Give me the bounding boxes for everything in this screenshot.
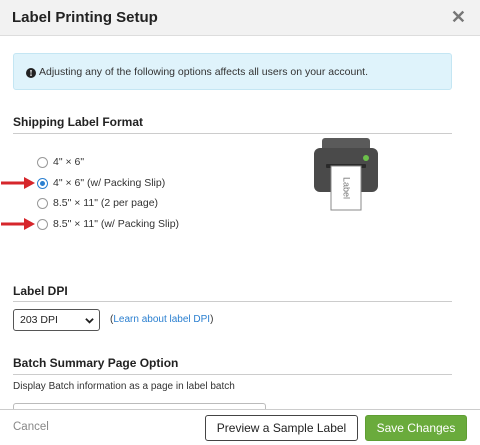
batch-summary-heading: Batch Summary Page Option: [13, 356, 179, 370]
red-arrow-icon: [1, 177, 35, 189]
section-divider: [13, 301, 452, 302]
label-printer-icon: Label: [314, 138, 378, 211]
radio-button-selected[interactable]: [37, 177, 48, 189]
radio-option-4x6-packing-slip[interactable]: 4" × 6" (w/ Packing Slip): [37, 175, 165, 191]
preview-sample-label-button[interactable]: Preview a Sample Label: [205, 415, 358, 441]
radio-option-8x11-2-per-page[interactable]: 8.5" × 11" (2 per page): [37, 195, 158, 211]
shipping-label-format-heading: Shipping Label Format: [13, 115, 144, 129]
red-arrow-icon: [1, 218, 35, 230]
batch-summary-description: Display Batch information as a page in l…: [13, 381, 235, 392]
save-changes-button[interactable]: Save Changes: [365, 415, 467, 441]
dpi-select[interactable]: 203 DPI: [13, 309, 100, 331]
info-icon: !: [26, 68, 36, 78]
radio-option-4x6[interactable]: 4" × 6": [37, 154, 84, 170]
label-printing-setup-dialog: Label Printing Setup ✕ ! Adjusting any of…: [0, 0, 480, 445]
radio-option-8x11-packing-slip[interactable]: 8.5" × 11" (w/ Packing Slip): [37, 216, 179, 232]
chevron-down-icon: [85, 318, 94, 324]
section-divider: [13, 374, 452, 375]
radio-label: 4" × 6": [53, 156, 85, 168]
radio-label: 4" × 6" (w/ Packing Slip): [53, 177, 166, 189]
learn-dpi-link[interactable]: Learn about label DPI: [113, 314, 210, 325]
dialog-footer: Cancel Preview a Sample Label Save Chang…: [0, 409, 480, 445]
learn-dpi-text: (Learn about label DPI): [110, 314, 214, 325]
radio-label: 8.5" × 11" (w/ Packing Slip): [53, 218, 180, 230]
radio-button[interactable]: [37, 156, 48, 168]
printer-label-text: Label: [342, 177, 352, 199]
info-notice: ! Adjusting any of the following options …: [13, 53, 452, 90]
radio-label: 8.5" × 11" (2 per page): [53, 197, 159, 209]
radio-button[interactable]: [37, 197, 48, 209]
label-dpi-heading: Label DPI: [13, 284, 68, 298]
cancel-button[interactable]: Cancel: [13, 421, 49, 433]
dialog-header: Label Printing Setup ✕: [0, 0, 480, 36]
radio-button[interactable]: [37, 218, 48, 230]
dialog-title: Label Printing Setup: [12, 9, 158, 26]
close-icon[interactable]: ✕: [451, 8, 466, 26]
dpi-select-value: 203 DPI: [20, 314, 58, 326]
notice-text: Adjusting any of the following options a…: [39, 66, 369, 78]
section-divider: [13, 133, 452, 134]
